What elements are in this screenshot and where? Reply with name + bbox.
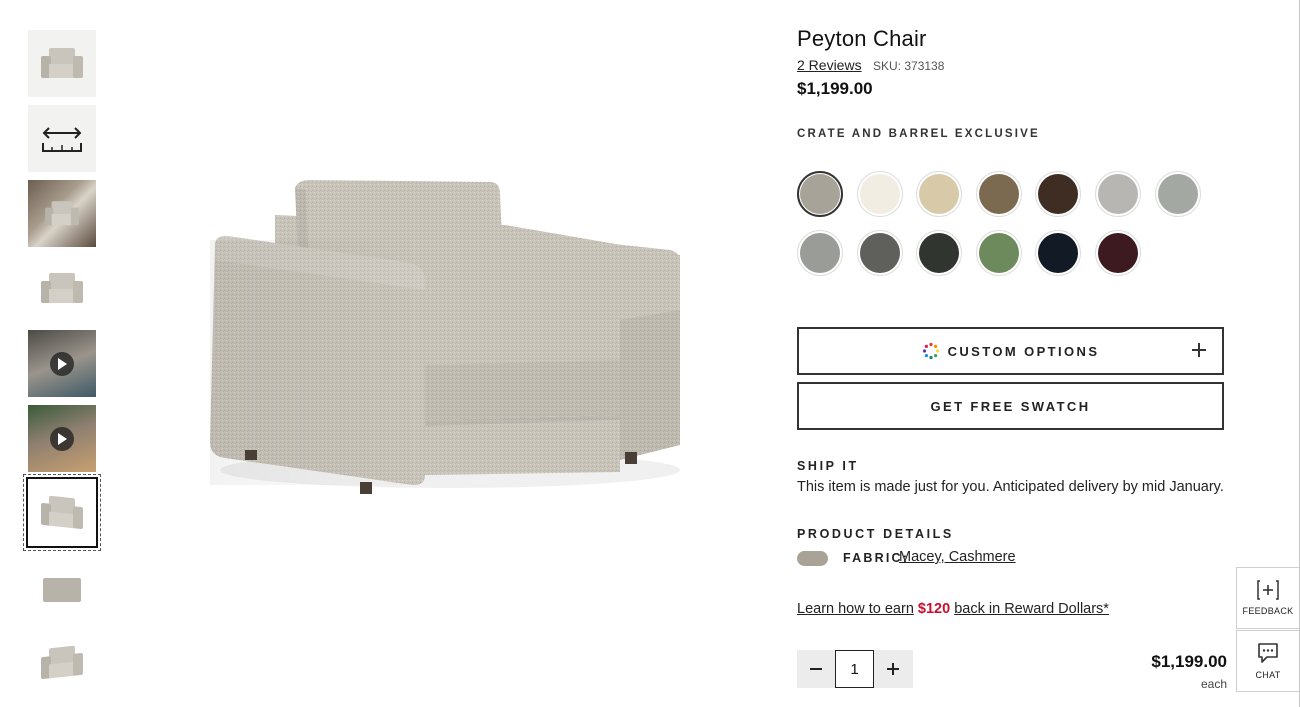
- plus-icon: [1192, 343, 1206, 357]
- thumbnail-front-view[interactable]: [28, 30, 96, 97]
- swatch-color-dot: [800, 233, 840, 273]
- swatch-color-dot: [1098, 174, 1138, 214]
- play-icon: [50, 426, 74, 451]
- color-swatch[interactable]: [1035, 171, 1082, 217]
- chair-thumbnail-image: [37, 46, 87, 82]
- color-wheel-icon: [922, 342, 939, 360]
- swatch-color-dot: [1038, 233, 1079, 273]
- color-swatch[interactable]: [797, 171, 843, 217]
- thumbnail-video-2[interactable]: [28, 405, 96, 472]
- feedback-button[interactable]: FEEDBACK: [1236, 567, 1300, 629]
- color-swatch[interactable]: [1095, 171, 1141, 217]
- fabric-link[interactable]: Macey, Cashmere: [899, 549, 1016, 565]
- swatch-color-dot: [978, 233, 1019, 273]
- swatch-color-dot: [978, 174, 1019, 214]
- main-product-image: [210, 180, 680, 494]
- color-swatch[interactable]: [916, 171, 963, 217]
- color-swatch[interactable]: [975, 171, 1022, 217]
- swatch-color-dot: [919, 174, 960, 214]
- chat-button[interactable]: CHAT: [1236, 630, 1300, 692]
- reward-suffix[interactable]: back in Reward Dollars*: [954, 601, 1109, 617]
- chair-thumbnail-image: [37, 642, 87, 683]
- reviews-link[interactable]: 2 Reviews: [797, 57, 862, 73]
- quantity-decrease-button[interactable]: [797, 650, 835, 688]
- sku-label: SKU: 373138: [873, 59, 945, 73]
- free-swatch-label: GET FREE SWATCH: [930, 398, 1091, 414]
- ship-it-text: This item is made just for you. Anticipa…: [797, 479, 1224, 495]
- color-swatch[interactable]: [916, 230, 963, 276]
- color-swatch[interactable]: [975, 230, 1022, 276]
- thumbnail-angle-view[interactable]: [23, 474, 101, 551]
- swatch-color-dot: [1098, 233, 1138, 273]
- line-item-each-label: each: [1200, 677, 1227, 691]
- custom-options-button[interactable]: CUSTOM OPTIONS: [797, 327, 1224, 375]
- reward-amount: $120: [917, 601, 951, 617]
- chat-icon: [1258, 643, 1278, 663]
- swatch-color-dot: [1038, 174, 1079, 214]
- color-swatch[interactable]: [856, 171, 903, 217]
- product-price: $1,199.00: [797, 79, 873, 98]
- thumbnail-room-scene[interactable]: [28, 180, 96, 247]
- color-swatch[interactable]: [1154, 171, 1201, 217]
- scene-thumbnail-image: [42, 199, 82, 228]
- quantity-increase-button[interactable]: [874, 650, 912, 688]
- swatch-color-dot: [859, 233, 900, 273]
- thumbnail-front-view-white[interactable]: [28, 255, 96, 322]
- quantity-input[interactable]: [835, 650, 874, 688]
- color-swatch[interactable]: [1035, 230, 1082, 276]
- swatch-color-dot: [919, 233, 960, 273]
- line-item-price: $1,199.00: [1151, 652, 1227, 671]
- color-swatch[interactable]: [1095, 230, 1141, 276]
- thumbnail-back-angle-view[interactable]: [28, 629, 96, 696]
- free-swatch-button[interactable]: GET FREE SWATCH: [797, 382, 1224, 430]
- product-title: Peyton Chair: [797, 26, 927, 51]
- thumbnail-side-view[interactable]: [28, 554, 96, 621]
- feedback-icon: [1257, 580, 1279, 600]
- chair-thumbnail-image: [37, 492, 87, 533]
- minus-icon: [810, 668, 822, 670]
- swatch-color-dot: [859, 174, 900, 214]
- thumbnail-dimensions[interactable]: [28, 105, 96, 172]
- reward-dollars-message[interactable]: Learn how to earn $120 back in Reward Do…: [797, 601, 1109, 617]
- color-swatch[interactable]: [797, 230, 843, 276]
- reward-prefix[interactable]: Learn how to earn: [797, 601, 914, 617]
- swatch-color-dot: [800, 174, 840, 214]
- dimensions-icon: [42, 126, 82, 152]
- ship-it-heading: SHIP IT: [797, 459, 859, 473]
- product-details-heading: PRODUCT DETAILS: [797, 527, 954, 541]
- color-swatch[interactable]: [856, 230, 903, 276]
- thumbnail-video-1[interactable]: [28, 330, 96, 397]
- feedback-label: FEEDBACK: [1242, 606, 1294, 616]
- chair-thumbnail-image: [37, 570, 87, 606]
- swatch-color-dot: [1157, 174, 1198, 214]
- play-icon: [50, 351, 74, 376]
- chat-label: CHAT: [1255, 670, 1281, 680]
- custom-options-label: CUSTOM OPTIONS: [947, 343, 1100, 359]
- quantity-stepper: [797, 650, 913, 688]
- exclusive-label: CRATE AND BARREL EXCLUSIVE: [797, 128, 1040, 140]
- chair-thumbnail-image: [37, 271, 87, 307]
- fabric-color-chip: [797, 551, 828, 566]
